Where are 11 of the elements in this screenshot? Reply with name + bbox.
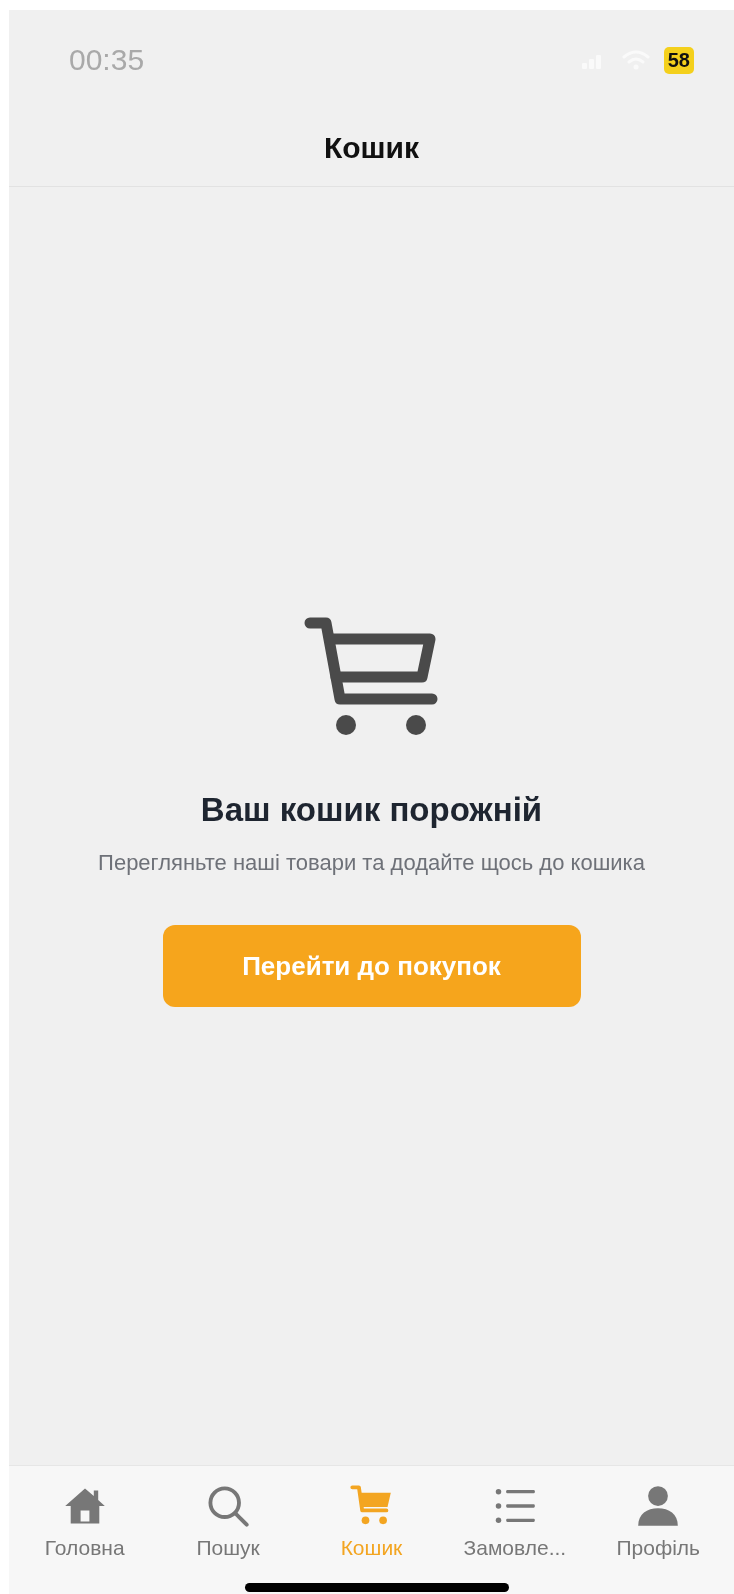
tab-bar-item[interactable]: Головна: [14, 1466, 155, 1594]
search-icon: [206, 1484, 251, 1528]
empty-cart-message: Перегляньте наші товари та додайте щось до кошика: [97, 849, 646, 877]
tab-bar-item[interactable]: Пошук: [158, 1466, 299, 1594]
page-title: Кошик: [323, 131, 420, 165]
battery-level: 58: [663, 46, 694, 74]
tab-bar-item[interactable]: Профіль: [588, 1466, 729, 1594]
status-time: 00:35: [69, 43, 145, 77]
person-icon: [636, 1484, 681, 1528]
empty-cart-heading: Ваш кошик порожній: [200, 791, 543, 829]
tab-bar-item[interactable]: Замовле...: [444, 1466, 585, 1594]
